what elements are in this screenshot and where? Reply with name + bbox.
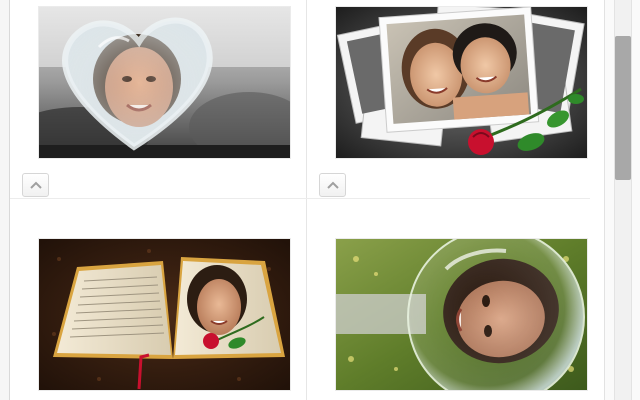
gallery-cell-heart [10,0,306,198]
chevron-up-icon [326,181,339,189]
chevron-up-icon [29,181,42,189]
thumbnail-open-book[interactable] [39,239,290,390]
window-left-border [0,0,10,400]
thumbnail-bubble[interactable] [336,239,587,390]
move-up-button[interactable] [319,173,346,197]
thumbnail-photo-stack[interactable] [336,7,587,158]
gallery-cell-book [10,199,306,397]
gallery-cell-bubble [307,199,603,397]
scroll-thumb[interactable] [615,36,631,180]
gallery-cell-photo-stack [307,0,603,198]
move-up-button[interactable] [22,173,49,197]
vertical-scrollbar[interactable] [604,0,640,400]
thumbnail-heart-frame[interactable] [39,7,290,158]
effect-gallery-grid [10,0,604,400]
